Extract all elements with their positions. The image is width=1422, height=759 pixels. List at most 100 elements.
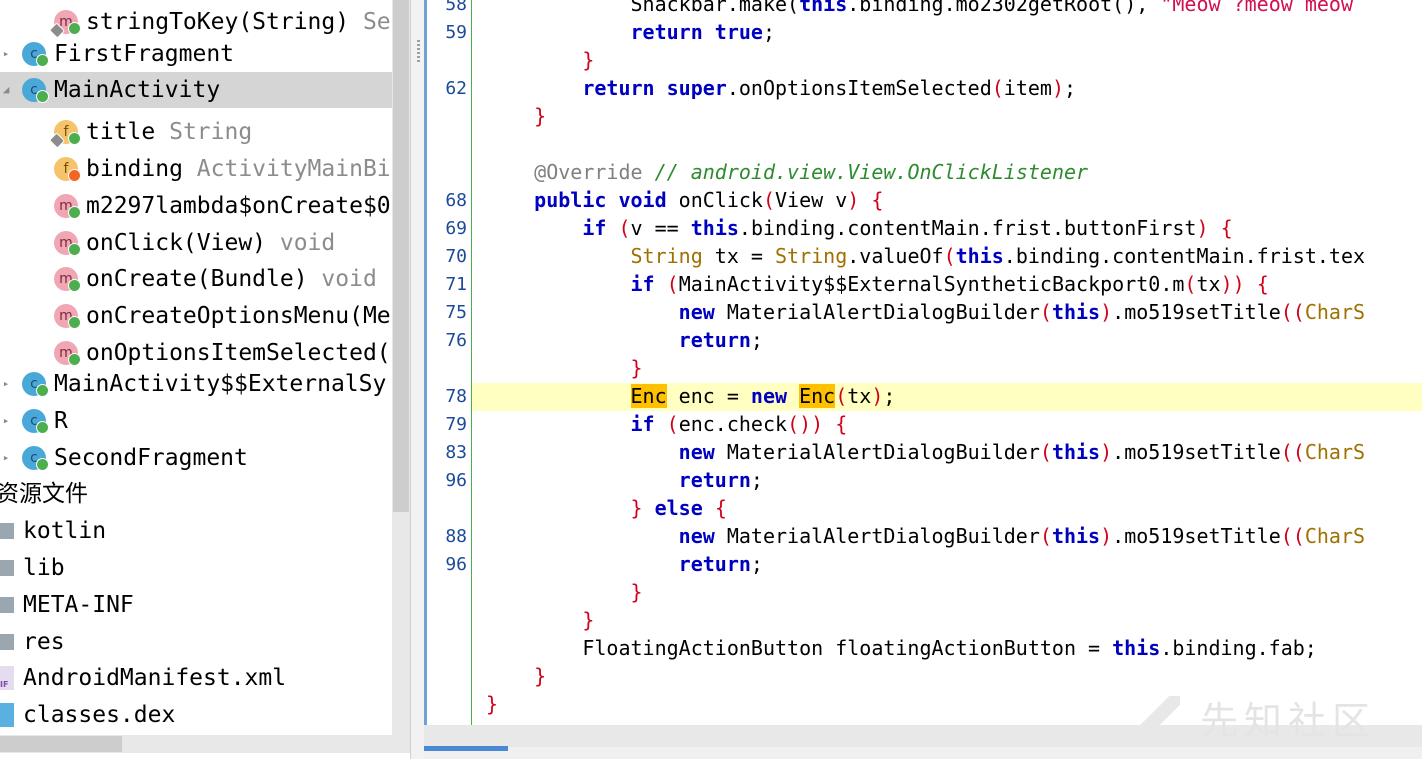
code-token: if — [630, 412, 655, 436]
chevron-right-icon[interactable]: ▸ — [0, 366, 12, 402]
code-line[interactable]: } — [486, 354, 643, 382]
code-token: ; — [1064, 76, 1077, 100]
tree-item-label: R — [54, 408, 68, 434]
code-line[interactable]: } — [486, 662, 546, 690]
code-line[interactable]: return; — [486, 466, 763, 494]
tree-item-type: Se — [349, 9, 391, 35]
visibility-badge-icon — [36, 90, 49, 103]
code-token: } — [582, 608, 595, 632]
chevron-right-icon[interactable]: ▸ — [0, 403, 12, 439]
tree-file-dex[interactable]: classes.dex — [0, 697, 392, 733]
editor-horizontal-scroll-thumb[interactable] — [424, 746, 508, 751]
tree-item-method[interactable]: m onCreate(Bundle) void — [0, 261, 392, 297]
tree-file-label: META-INF — [23, 592, 134, 618]
code-line[interactable]: @Override // android.view.View.OnClickLi… — [486, 158, 1088, 186]
code-token: ) — [1100, 524, 1113, 548]
chevron-down-icon[interactable]: ◢ — [0, 72, 12, 108]
visibility-badge-icon — [68, 206, 81, 219]
code-token: Snackbar.make( — [486, 0, 800, 16]
code-token: } — [630, 496, 643, 520]
code-line[interactable]: return super.onOptionsItemSelected(item)… — [486, 74, 1076, 102]
method-icon: m — [54, 304, 81, 329]
code-token: ( — [991, 76, 1004, 100]
chevron-right-icon[interactable]: ▸ — [0, 36, 12, 72]
code-line[interactable]: if (enc.check()) { — [486, 410, 848, 438]
tree-file-label: res — [23, 629, 65, 655]
code-line[interactable]: } — [486, 578, 643, 606]
tree-item-method[interactable]: m onClick(View) void — [0, 225, 392, 261]
code-token: new — [678, 524, 715, 548]
tree-file-folder[interactable]: lib — [0, 550, 392, 586]
code-line[interactable]: new MaterialAlertDialogBuilder(this).mo5… — [486, 438, 1365, 466]
tree-item-method[interactable]: m m2297lambda$onCreate$0 — [0, 188, 392, 224]
code-line[interactable]: return; — [486, 326, 763, 354]
tree-item-class[interactable]: ▸ c R — [0, 403, 392, 439]
code-token: ( — [1184, 272, 1197, 296]
code-line[interactable]: } else { — [486, 494, 727, 522]
folder-icon — [0, 634, 14, 650]
tree-file-folder[interactable]: res — [0, 624, 392, 660]
code-token: ; — [750, 468, 763, 492]
code-line[interactable]: new MaterialAlertDialogBuilder(this).mo5… — [486, 298, 1365, 326]
visibility-badge-icon — [68, 279, 81, 292]
code-line[interactable]: public void onClick(View v) { — [486, 186, 883, 214]
tree-item-class[interactable]: ▸ c FirstFragment — [0, 36, 392, 72]
code-token: (( — [1280, 440, 1305, 464]
code-line[interactable]: } — [486, 46, 594, 74]
tree-item-class[interactable]: ▸ c SecondFragment — [0, 440, 392, 476]
code-line[interactable]: } — [486, 606, 594, 634]
code-token: } — [534, 104, 547, 128]
code-line[interactable]: } — [486, 102, 546, 130]
project-tree[interactable]: m stringToKey(String) Se ▸ c FirstFragment ◢ c… — [0, 0, 392, 735]
code-token: CharS — [1304, 524, 1366, 548]
code-line[interactable]: } — [486, 690, 498, 718]
tree-item-method[interactable]: m onCreateOptionsMenu(Me — [0, 298, 392, 334]
code-token: this — [799, 0, 848, 16]
code-token: MaterialAlertDialogBuilder — [714, 524, 1040, 548]
splitter-grip-icon[interactable] — [417, 40, 420, 64]
panel-splitter[interactable] — [410, 0, 425, 759]
method-icon: m — [54, 194, 81, 219]
tree-item-class[interactable]: ◢ c MainActivity — [0, 72, 392, 108]
tree-item-field[interactable]: f binding ActivityMainBi — [0, 151, 392, 187]
tree-item-class[interactable]: ▸ c MainActivity$$ExternalSy — [0, 366, 392, 402]
code-line[interactable]: if (v == this.binding.contentMain.frist.… — [486, 214, 1232, 242]
code-token: tx = — [702, 244, 775, 268]
code-line[interactable]: return true; — [486, 18, 776, 46]
code-token: ( — [835, 384, 848, 408]
tree-item-method[interactable]: m stringToKey(String) Se — [0, 4, 392, 40]
code-line[interactable]: Enc enc = new Enc(tx); — [486, 382, 895, 410]
code-line[interactable]: if (MainActivity$$ExternalSyntheticBackp… — [486, 270, 1269, 298]
code-line[interactable]: new MaterialAlertDialogBuilder(this).mo5… — [486, 522, 1365, 550]
tree-section-resources[interactable]: 资源文件 — [0, 476, 392, 512]
tree-item-label: MainActivity — [54, 77, 221, 103]
code-token: .valueOf — [847, 244, 944, 268]
tree-item-label: FirstFragment — [54, 41, 235, 67]
tree-item-field[interactable]: f title String — [0, 114, 392, 150]
code-token: ) — [1100, 300, 1113, 324]
code-line[interactable]: Snackbar.make(this.binding.mo2302getRoot… — [486, 0, 1353, 18]
code-line[interactable]: FloatingActionButton floatingActionButto… — [486, 634, 1317, 662]
field-icon: f — [48, 120, 81, 149]
highlighted-token: Enc — [799, 384, 836, 408]
tree-file-folder[interactable]: META-INF — [0, 587, 392, 623]
tree-file-manifest[interactable]: IF AndroidManifest.xml — [0, 660, 392, 696]
chevron-right-icon[interactable]: ▸ — [0, 440, 12, 476]
tree-vertical-scroll-thumb[interactable] — [393, 0, 409, 512]
tree-file-folder[interactable]: kotlin — [0, 513, 392, 549]
tree-horizontal-scroll-thumb[interactable] — [0, 736, 122, 752]
code-token: ; — [762, 20, 775, 44]
code-line[interactable]: String tx = String.valueOf(this.binding.… — [486, 242, 1366, 270]
code-token: this — [1051, 300, 1101, 324]
tree-item-type: void — [307, 266, 377, 292]
code-line[interactable]: return; — [486, 550, 763, 578]
watermark: 先知社区 — [1130, 690, 1422, 750]
